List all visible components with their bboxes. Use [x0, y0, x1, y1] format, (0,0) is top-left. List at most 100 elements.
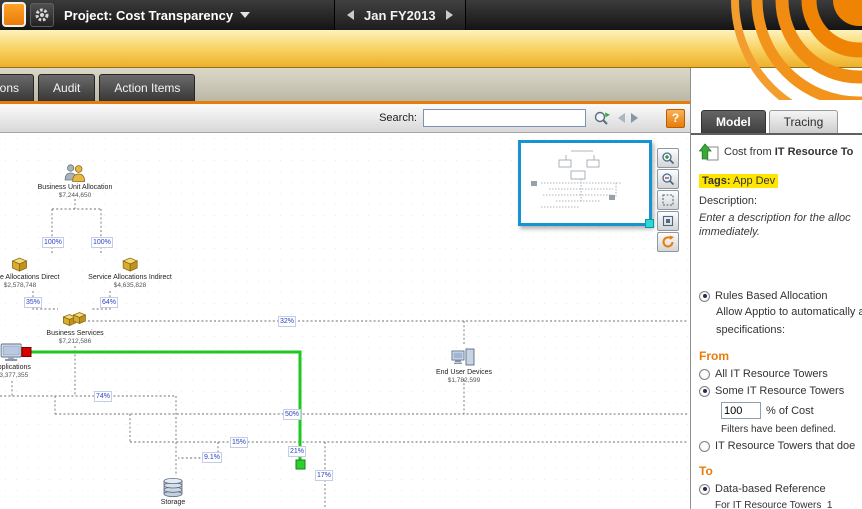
node-value: $1,782,599: [447, 377, 481, 384]
tags-highlight: Tags: App Dev: [699, 174, 779, 188]
rules-based-allocation-option: Rules Based Allocation: [699, 290, 862, 302]
to-note: For IT Resource Towers_1: [715, 500, 833, 509]
node-value: $4,635,828: [113, 282, 147, 289]
header-band: [0, 30, 862, 68]
zoom-selection-button[interactable]: [657, 211, 679, 231]
node-value: $7,244,650: [58, 192, 92, 199]
tab-ions[interactable]: ions: [0, 74, 35, 101]
node-label: Business Unit Allocation: [37, 184, 113, 191]
period-label: Jan FY2013: [364, 7, 436, 23]
from-section-header: From: [699, 349, 729, 363]
app-root: Project: Cost Transparency Jan FY2013 io…: [0, 0, 862, 509]
node-value: $7,212,586: [58, 338, 92, 345]
next-result-button[interactable]: [631, 113, 638, 123]
minimap-resize-handle[interactable]: [645, 219, 654, 228]
next-period-button[interactable]: [445, 10, 453, 20]
radio-label: IT Resource Towers that doe: [715, 440, 856, 452]
fit-to-window-button[interactable]: [657, 190, 679, 210]
settings-button[interactable]: [30, 3, 54, 27]
radio-button[interactable]: [699, 385, 710, 397]
data-based-reference-option: Data-based Reference: [699, 483, 862, 495]
percent-of-cost-label: % of Cost: [766, 404, 814, 417]
percent-of-cost-row: % of Cost: [721, 402, 862, 419]
node-service-allocations-direct[interactable]: Service Allocations Direct $2,578,748: [0, 255, 59, 290]
tab-action-items[interactable]: Action Items: [99, 74, 196, 101]
period-navigator: Jan FY2013: [334, 0, 466, 30]
node-label: Service Allocations Direct: [0, 274, 60, 281]
target-marker: [295, 459, 306, 470]
search-toolbar: Search: ?: [0, 104, 690, 133]
help-button[interactable]: ?: [666, 108, 685, 128]
panel-content: Cost from IT Resource To Tags: App Dev D…: [691, 135, 862, 509]
zoom-out-icon: [662, 173, 675, 186]
radio-button[interactable]: [699, 483, 710, 495]
tab-model[interactable]: Model: [701, 110, 766, 133]
allocation-help-text: Allow Apptio to automatically a specific…: [716, 306, 862, 336]
radio-label: Data-based Reference: [715, 483, 826, 495]
radio-button[interactable]: [699, 290, 710, 302]
search-label: Search:: [379, 112, 417, 124]
description-placeholder-line: Enter a description for the alloc: [699, 212, 851, 224]
previous-result-button[interactable]: [618, 113, 625, 123]
node-storage[interactable]: Storage: [160, 477, 186, 507]
allocation-header: Cost from IT Resource To: [699, 141, 862, 163]
allocation-title: Cost from IT Resource To: [724, 146, 854, 158]
search-input[interactable]: [423, 109, 586, 127]
radio-label: Some IT Resource Towers: [715, 385, 845, 397]
chevron-down-icon: [240, 12, 251, 18]
zoom-out-button[interactable]: [657, 169, 679, 189]
diagram-canvas[interactable]: Business Unit Allocation $7,244,650 Serv…: [0, 133, 690, 509]
allocation-percent-label: 32%: [278, 316, 297, 327]
radio-label: All IT Resource Towers: [715, 368, 828, 380]
node-label: End User Devices: [435, 369, 493, 376]
description-input[interactable]: Enter a description for the alloc immedi…: [699, 211, 862, 239]
node-label: Service Allocations Indirect: [88, 274, 172, 281]
tab-audit[interactable]: Audit: [38, 74, 96, 101]
node-business-services[interactable]: Business Services $7,212,586: [46, 309, 104, 346]
app-icon[interactable]: [2, 2, 26, 27]
allocation-percent-label: 35%: [24, 297, 43, 308]
node-value: $2,578,748: [3, 282, 37, 289]
top-bar: Project: Cost Transparency Jan FY2013: [0, 0, 862, 30]
all-towers-option: All IT Resource Towers: [699, 368, 862, 380]
to-section-header: To: [699, 464, 713, 478]
cubes-icon: [61, 312, 87, 327]
panel-tab-bar: Model Tracing: [691, 110, 862, 135]
zoom-in-icon: [662, 152, 675, 165]
allocation-percent-label: 100%: [91, 237, 113, 248]
node-end-user-devices[interactable]: End User Devices $1,782,599: [436, 347, 492, 385]
cube-icon: [121, 257, 139, 272]
node-service-allocations-indirect[interactable]: Service Allocations Indirect $4,635,828: [88, 255, 172, 290]
cost-source-icon: [699, 143, 719, 161]
allocation-percent-label: 15%: [230, 437, 249, 448]
description-label: Description:: [699, 195, 758, 207]
search-icon: [594, 111, 610, 125]
toolbar-spacer: [644, 118, 660, 119]
node-applications[interactable]: Applications $3,377,355: [0, 343, 31, 380]
allocation-percent-label: 64%: [100, 297, 119, 308]
project-selector[interactable]: Project: Cost Transparency: [64, 0, 251, 30]
some-towers-option: Some IT Resource Towers: [699, 385, 862, 397]
minimap[interactable]: [518, 140, 654, 228]
zoom-in-button[interactable]: [657, 148, 679, 168]
filters-note: Filters have been defined.: [721, 424, 837, 435]
node-label: Applications: [0, 364, 31, 371]
radio-button[interactable]: [699, 368, 710, 380]
allocation-percent-label: 100%: [42, 237, 64, 248]
percent-of-cost-input[interactable]: [721, 402, 761, 419]
project-label: Project: Cost Transparency: [64, 7, 234, 23]
node-business-unit-allocation[interactable]: Business Unit Allocation $7,244,650: [37, 163, 113, 200]
node-label: Business Services: [46, 330, 104, 337]
search-go-button[interactable]: [592, 109, 612, 127]
allocation-percent-label: 21%: [288, 446, 307, 457]
people-icon: [65, 164, 86, 182]
monitor-icon: [0, 343, 22, 361]
relayout-button[interactable]: [657, 232, 679, 252]
previous-period-button[interactable]: [347, 10, 354, 20]
selected-allocation-path: [31, 350, 302, 460]
tab-tracing[interactable]: Tracing: [768, 110, 839, 133]
tab-bar: ions Audit Action Items: [0, 68, 690, 101]
radio-button[interactable]: [699, 440, 710, 452]
radio-label: Rules Based Allocation: [715, 290, 828, 302]
description-placeholder-line: immediately.: [699, 226, 760, 238]
